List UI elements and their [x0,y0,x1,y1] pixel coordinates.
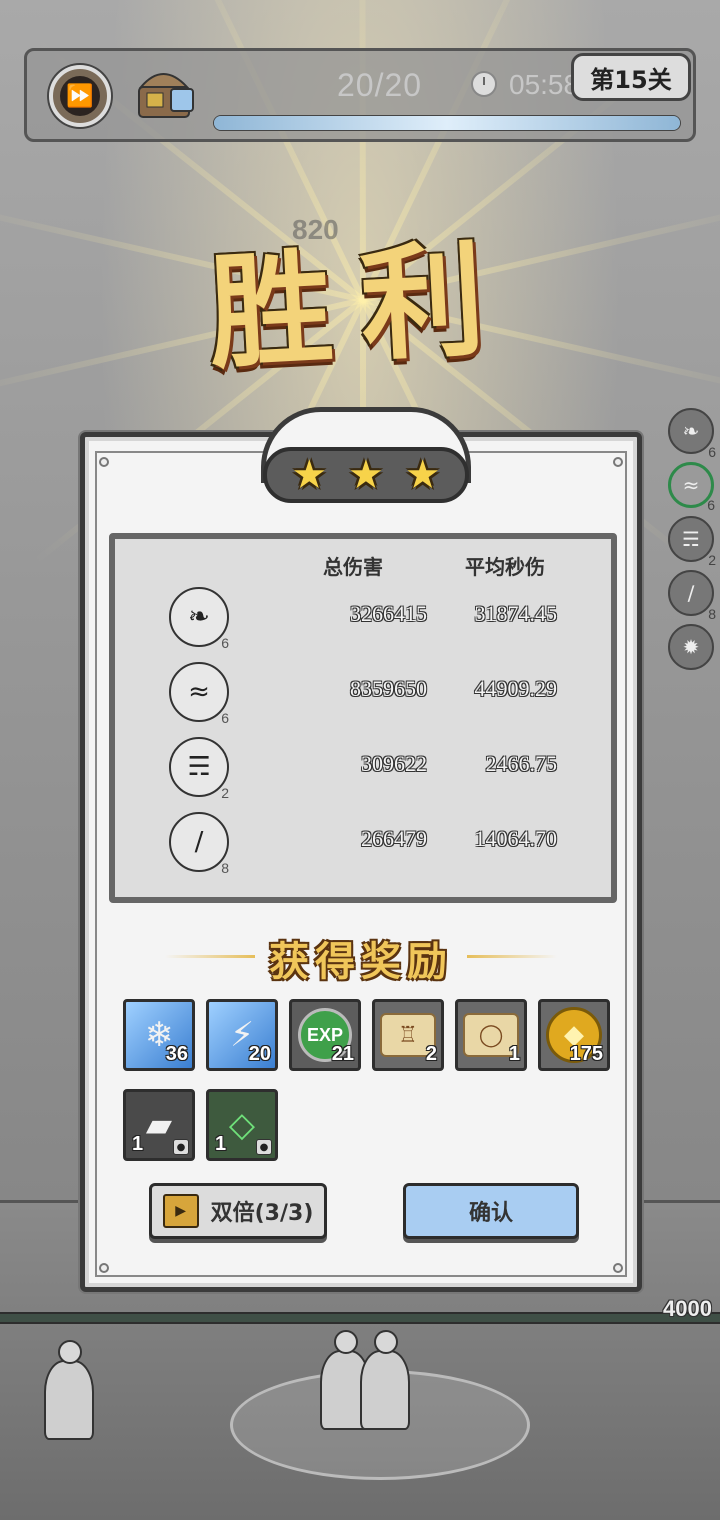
reward-item[interactable]: ▰ 1 ● [123,1089,195,1161]
star-rating: ★ ★ ★ [263,447,469,503]
rain-icon: ☴ 2 [169,737,229,801]
video-ad-icon: ▶ [162,1194,199,1228]
total-damage-value: 8359650 [350,676,427,701]
confirm-label: 确认 [468,1201,513,1226]
reward-title-line-right [467,955,557,958]
skill-level: 6 [707,497,715,513]
fast-forward-button[interactable]: ⏩ [49,65,111,127]
skill-level: 8 [221,860,229,876]
claw-icon: ❧ [682,419,700,443]
wave-progress-bar [213,115,681,131]
total-damage-header: 总伤害 [323,555,383,579]
side-skill-slot[interactable]: ☴ 2 [668,516,716,568]
confirm-button[interactable]: 确认 [403,1183,579,1239]
skill-level: 8 [708,606,716,622]
damage-stats-table: 总伤害 平均秒伤 ❧ 6 3266415 31874.45 ≈6 8359650 44909… [109,533,617,903]
double-reward-label: 双倍(3/3) [210,1201,314,1226]
reward-item[interactable]: ⚡ 20 [206,999,278,1071]
base-health-value: 4000 [663,1296,712,1321]
stat-row: ≈6 8359650 44909.29 [115,662,611,732]
skill-level: 6 [221,710,229,726]
side-skill-slot[interactable]: ✹ [668,624,714,670]
side-skill-slot[interactable]: ∕ 8 [668,570,716,622]
result-panel: ★ ★ ★ 总伤害 平均秒伤 ❧ 6 3266415 31874.45 ≈6 8359650 4… [80,407,642,1292]
item-type-icon: ● [173,1139,189,1155]
total-damage-value: 309622 [361,751,427,776]
reward-item[interactable]: ◆ 175 [538,999,610,1071]
reward-count: 36 [165,1043,188,1065]
stone-ore-icon: ▰ [145,1105,173,1145]
avg-dps-value: 2466.75 [485,751,558,776]
clock-icon [471,71,497,97]
screw-icon [99,1263,109,1273]
tornado-icon: ≈6 [169,662,229,726]
item-type-icon: ● [256,1139,272,1155]
rain-icon: ☴ [682,527,700,551]
avg-dps-value: 14064.70 [474,826,558,851]
top-hud: ⏩ 20/20 05:58 第15关 [24,48,696,142]
green-gem-icon: ◇ [228,1105,256,1145]
reward-count: 20 [248,1043,271,1065]
level-badge: 第15关 [571,53,691,101]
skill-level: 6 [221,635,229,651]
reward-item[interactable]: ◇ 1 ● [206,1089,278,1161]
slash-icon: ∕ 8 [169,812,229,876]
double-reward-button[interactable]: ▶ 双倍(3/3) [149,1183,327,1239]
treasure-chest-icon[interactable] [133,61,201,125]
ally-wizard-figure [44,1340,94,1440]
star-icon: ★ [291,452,328,498]
screw-icon [613,1263,623,1273]
star-icon: ★ [404,452,441,498]
wave-progress-fill [214,116,680,130]
screw-icon [99,457,109,467]
skill-level: 2 [221,785,229,801]
tornado-icon: ≈ [682,473,700,497]
reward-item[interactable]: ◯ 1 [455,999,527,1071]
reward-count: 2 [425,1043,437,1065]
stat-row: ❧ 6 3266415 31874.45 [115,587,611,657]
screw-icon [613,457,623,467]
reward-item[interactable]: ♖ 2 [372,999,444,1071]
reward-count: 175 [569,1043,603,1065]
skill-level: 2 [708,552,716,568]
reward-count: 1 [132,1133,144,1155]
avg-dps-value: 44909.29 [474,676,558,701]
wave-counter: 20/20 [337,67,423,103]
victory-title: 胜利 [205,226,517,387]
reward-count: 1 [215,1133,227,1155]
fast-forward-icon: ⏩ [60,76,100,116]
stat-row: ∕ 8 266479 14064.70 [115,812,611,882]
battle-timer: 05:58 [509,69,580,100]
skill-level: 6 [708,444,716,460]
total-damage-value: 266479 [361,826,427,851]
avg-dps-header: 平均秒伤 [465,555,545,579]
avg-dps-value: 31874.45 [474,601,558,626]
star-icon: ★ [348,452,384,498]
slash-icon: ∕ [687,581,695,605]
reward-item[interactable]: ❄ 36 [123,999,195,1071]
stat-row: ☴ 2 309622 2466.75 [115,737,611,807]
base-health-line [0,1312,720,1324]
side-skill-slot[interactable]: ❧ 6 [668,408,716,460]
burst-icon: ✹ [682,635,700,659]
side-skill-slot[interactable]: ≈6 [668,462,715,513]
rewards-title: 获得奖励 [269,938,453,985]
total-damage-value: 3266415 [350,601,427,626]
player-wizard-figure-2 [360,1330,410,1430]
reward-count: 1 [508,1043,520,1065]
claw-icon: ❧ 6 [169,587,229,651]
reward-item[interactable]: EXP 21 [289,999,361,1071]
reward-count: 21 [331,1043,354,1065]
